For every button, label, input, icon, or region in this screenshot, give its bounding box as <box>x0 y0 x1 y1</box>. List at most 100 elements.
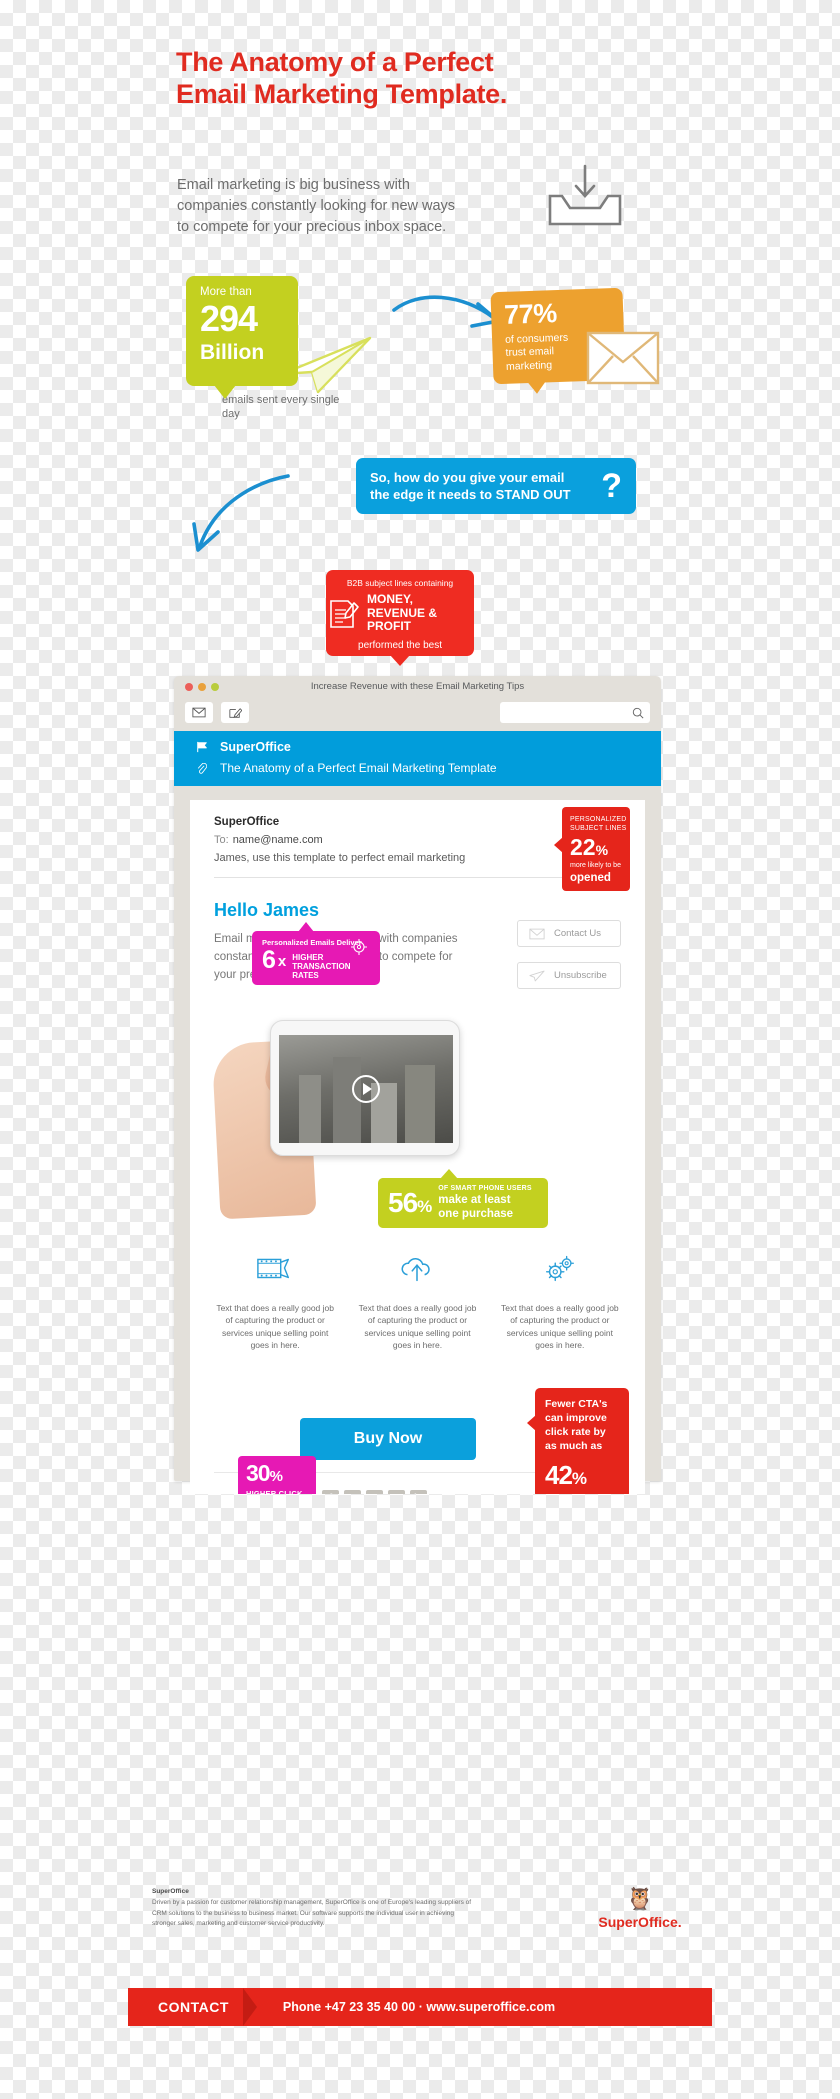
callout-56-number: 56 <box>388 1187 418 1218</box>
red-box-keywords: MONEY, REVENUE & PROFIT <box>367 592 438 634</box>
stand-out-question-box: So, how do you give your email the edge … <box>356 458 636 514</box>
minimize-icon[interactable] <box>198 683 206 691</box>
document-pencil-icon <box>326 597 360 631</box>
mail-button[interactable] <box>185 702 213 723</box>
banner-sender: SuperOffice <box>220 740 291 754</box>
page-title-line2: Email Marketing Template. <box>176 78 508 109</box>
social-links: f t y g+ in <box>322 1490 427 1494</box>
callout-56-percent: % <box>417 1197 432 1216</box>
envelope-icon <box>192 707 206 718</box>
compose-pencil-icon <box>229 707 242 718</box>
page-title: The Anatomy of a Perfect Email Marketing… <box>176 47 596 111</box>
email-to-label: To: <box>214 834 229 846</box>
green-box-label: More than <box>200 286 252 298</box>
email-to-address: name@name.com <box>232 834 323 846</box>
callout-42-line1: Fewer CTA's <box>545 1398 608 1410</box>
feature-item: Text that does a really good job of capt… <box>204 1248 346 1351</box>
window-titlebar: Increase Revenue with these Email Market… <box>174 676 661 698</box>
compose-button[interactable] <box>221 702 249 723</box>
feature-text: Text that does a really good job of capt… <box>358 1303 477 1350</box>
paper-plane-icon <box>529 970 545 981</box>
facebook-icon[interactable]: f <box>322 1490 339 1494</box>
linkedin-icon[interactable]: in <box>410 1490 427 1494</box>
footer-description: Driven by a passion for customer relatio… <box>152 1899 472 1928</box>
footer-brand: SuperOffice <box>152 1888 189 1895</box>
callout-6x-transaction-rates: Personalized Emails Deliver 6 x HIGHER T… <box>252 922 380 985</box>
chevron-right-icon <box>242 1988 257 2026</box>
superoffice-logo: 🦉 SuperOffice. <box>580 1886 700 1930</box>
footer-about: SuperOffice Driven by a passion for cust… <box>152 1888 472 1930</box>
callout-42-number: 42 <box>545 1460 573 1491</box>
twitter-icon[interactable]: t <box>344 1490 361 1494</box>
window-traffic-lights[interactable] <box>185 683 219 691</box>
stat-294-billion: More than 294 Billion <box>186 276 298 399</box>
orange-box-text: of consumers trust email marketing <box>504 331 569 373</box>
contact-label: CONTACT <box>158 1999 229 2015</box>
callout-42-percent-click-rate: Fewer CTA's can improve click rate by as… <box>527 1388 629 1494</box>
callout-30-number: 30 <box>246 1460 271 1486</box>
feature-text: Text that does a really good job of capt… <box>500 1303 619 1350</box>
infographic-page: The Anatomy of a Perfect Email Marketing… <box>0 0 840 2099</box>
feature-item: Text that does a really good job of capt… <box>489 1248 631 1351</box>
callout-42-percent: % <box>571 1469 587 1489</box>
mail-banner: SuperOffice The Anatomy of a Perfect Ema… <box>174 731 661 786</box>
question-line2: the edge it needs to STAND OUT <box>370 487 571 502</box>
callout-6x-number: 6 <box>262 946 276 974</box>
play-button-icon[interactable] <box>352 1075 380 1103</box>
red-box-top-label: B2B subject lines containing <box>346 578 454 588</box>
mail-client-window: Increase Revenue with these Email Market… <box>174 676 661 1494</box>
contact-bar: CONTACT Phone +47 23 35 40 00 · www.supe… <box>128 1988 712 2026</box>
logo-wordmark: SuperOffice. <box>598 1914 682 1930</box>
callout-22-label2: SUBJECT LINES <box>570 825 627 833</box>
callout-42-line4: as much as <box>545 1439 603 1452</box>
contact-us-label: Contact Us <box>554 928 601 939</box>
callout-30-label: HIGHER CLICK RATE <box>246 1489 303 1494</box>
inbox-download-icon <box>540 160 630 232</box>
target-crosshair-icon <box>351 939 367 955</box>
callout-56-label: OF SMART PHONE USERS <box>438 1185 532 1193</box>
buy-now-button[interactable]: Buy Now <box>300 1418 476 1460</box>
callout-6x-multiplier: x <box>277 953 287 970</box>
green-box-unit: Billion <box>200 340 265 364</box>
orange-box-number: 77% <box>503 298 558 330</box>
callout-42-line2: can improve <box>545 1411 607 1424</box>
callout-56-percent-purchase: 56% OF SMART PHONE USERS make at least o… <box>378 1169 548 1228</box>
curved-arrow-down-icon <box>188 470 298 555</box>
feature-item: Text that does a really good job of capt… <box>346 1248 488 1351</box>
contact-us-button[interactable]: Contact Us <box>517 920 621 947</box>
page-title-line1: The Anatomy of a Perfect <box>176 47 494 77</box>
envelope-icon <box>529 928 545 939</box>
question-mark-glyph: ? <box>601 466 622 505</box>
callout-6x-label3: RATES <box>292 970 319 980</box>
banner-subject: The Anatomy of a Perfect Email Marketing… <box>220 761 497 775</box>
green-box-number: 294 <box>200 297 258 339</box>
search-icon <box>632 707 644 718</box>
unsubscribe-button[interactable]: Unsubscribe <box>517 962 621 989</box>
callout-30-percent: % <box>269 1468 283 1485</box>
email-from: SuperOffice <box>214 816 280 828</box>
youtube-icon[interactable]: y <box>366 1490 383 1494</box>
callout-30-percent-social: 30% HIGHER CLICK RATE WITH A SOCIAL shar… <box>238 1456 316 1494</box>
flag-icon <box>196 741 211 753</box>
callout-56-line1: make at least <box>438 1194 511 1207</box>
paperclip-icon <box>196 762 211 774</box>
envelope-icon <box>586 330 660 386</box>
unsubscribe-label: Unsubscribe <box>554 970 607 981</box>
callout-56-line2: one purchase <box>438 1207 514 1220</box>
callout-22-number: 22 <box>570 834 596 861</box>
contact-info: Phone +47 23 35 40 00 · www.superoffice.… <box>282 2000 556 2014</box>
callout-22-sub2: opened <box>570 871 611 884</box>
search-input[interactable] <box>500 702 650 723</box>
owl-logo-icon: 🦉 <box>626 1886 654 1911</box>
maximize-icon[interactable] <box>211 683 219 691</box>
smartphone-graphic <box>270 1020 460 1156</box>
googleplus-icon[interactable]: g+ <box>388 1490 405 1494</box>
cloud-upload-icon <box>346 1248 488 1288</box>
close-icon[interactable] <box>185 683 193 691</box>
feature-columns: Text that does a really good job of capt… <box>190 1248 645 1351</box>
callout-42-line3: click rate by <box>545 1425 606 1438</box>
email-content-area: SuperOffice 12 May To:name@name.com Jame… <box>190 800 645 1494</box>
gears-settings-icon <box>489 1248 631 1288</box>
feature-text: Text that does a really good job of capt… <box>216 1303 334 1350</box>
question-line1: So, how do you give your email <box>370 469 565 485</box>
